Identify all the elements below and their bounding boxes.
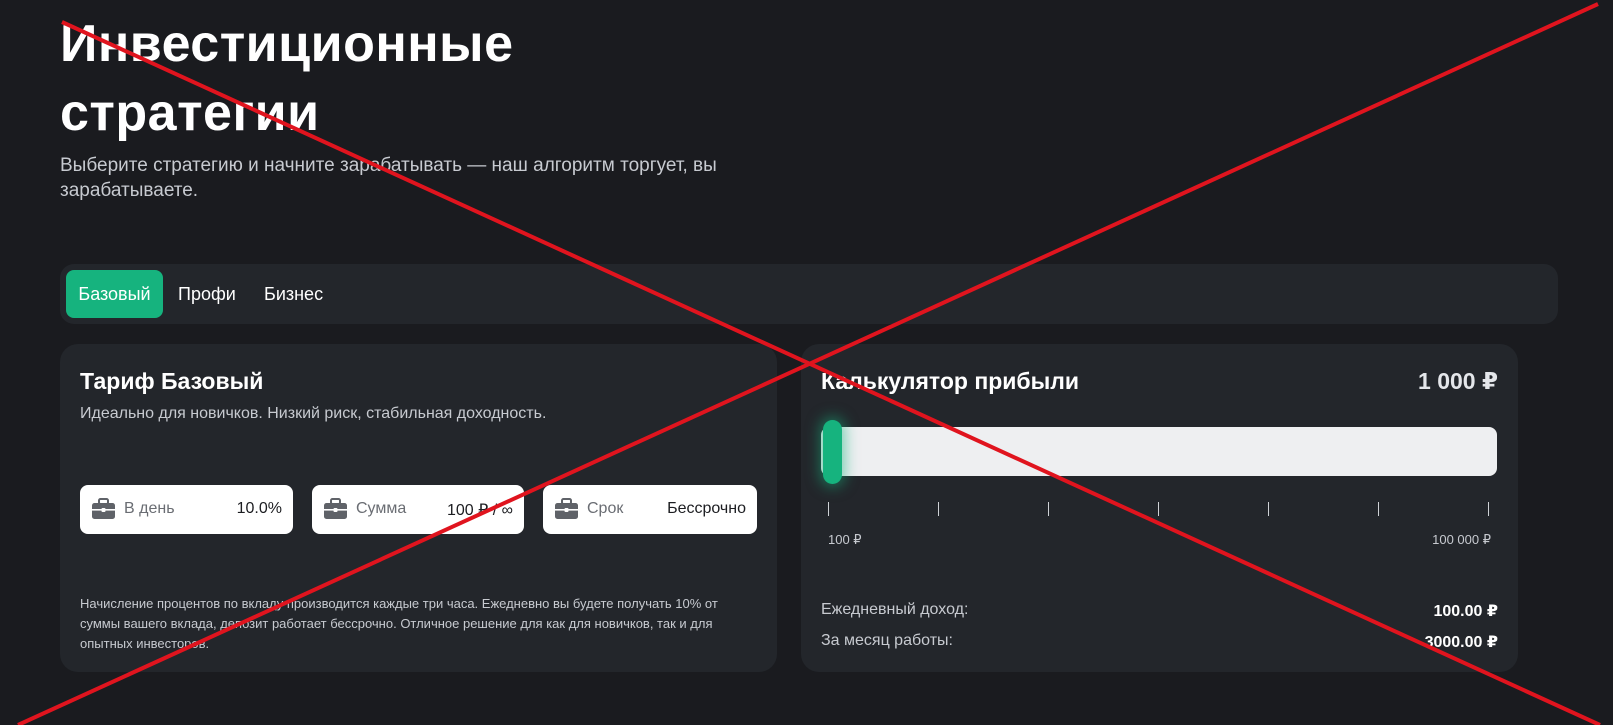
briefcase-icon — [324, 498, 347, 519]
slider-tick — [1378, 502, 1379, 516]
tab-business[interactable]: Бизнес — [264, 270, 323, 318]
tariff-card: Тариф Базовый Идеально для новичков. Низ… — [60, 344, 777, 672]
slider-tick — [1268, 502, 1269, 516]
slider-tick — [1048, 502, 1049, 516]
monthly-income-value: 3000.00 ₽ — [1424, 634, 1498, 651]
amount-slider-thumb[interactable] — [823, 420, 842, 484]
daily-income-value: 100.00 ₽ — [1433, 603, 1498, 620]
briefcase-icon — [92, 498, 115, 519]
slider-tick — [828, 502, 829, 516]
stat-term: Срок Бессрочно — [543, 485, 757, 534]
tab-pro[interactable]: Профи — [178, 270, 236, 318]
stat-amount: Сумма 100 ₽ / ∞ — [312, 485, 524, 534]
stat-value: 100 ₽ / ∞ — [446, 502, 513, 519]
slider-max-label: 100 000 ₽ — [1432, 532, 1491, 547]
briefcase-icon — [555, 498, 578, 519]
slider-tick — [938, 502, 939, 516]
stat-value: 10.0% — [236, 500, 282, 517]
monthly-income-label: За месяц работы: — [821, 632, 953, 649]
stat-label: В день — [124, 500, 175, 517]
stat-value: Бессрочно — [667, 500, 746, 517]
calculator-title: Калькулятор прибыли — [821, 368, 1080, 394]
stat-per-day: В день 10.0% — [80, 485, 293, 534]
slider-min-label: 100 ₽ — [828, 532, 862, 547]
daily-income-label: Ежедневный доход: — [821, 601, 969, 618]
tab-basic[interactable]: Базовый — [66, 270, 163, 318]
tariff-description: Идеально для новичков. Низкий риск, стаб… — [80, 405, 547, 422]
amount-slider-track[interactable] — [821, 427, 1497, 476]
strategy-tabs: Базовый Профи Бизнес — [60, 264, 1558, 324]
slider-tick — [1158, 502, 1159, 516]
stat-label: Срок — [587, 500, 624, 517]
page-subtitle: Выберите стратегию и начните зарабатыват… — [60, 155, 717, 201]
page: Инвестиционные стратегии Выберите страте… — [0, 0, 1613, 725]
calculator-amount: 1 000 ₽ — [1418, 368, 1498, 394]
tariff-note: Начисление процентов по вкладу производи… — [80, 596, 718, 651]
stat-label: Сумма — [356, 500, 407, 517]
page-title: Инвестиционные стратегии — [60, 15, 514, 142]
profit-calculator-card: Калькулятор прибыли 1 000 ₽ 100 ₽ 100 00… — [801, 344, 1518, 672]
slider-tick — [1488, 502, 1489, 516]
tariff-title: Тариф Базовый — [80, 368, 264, 394]
